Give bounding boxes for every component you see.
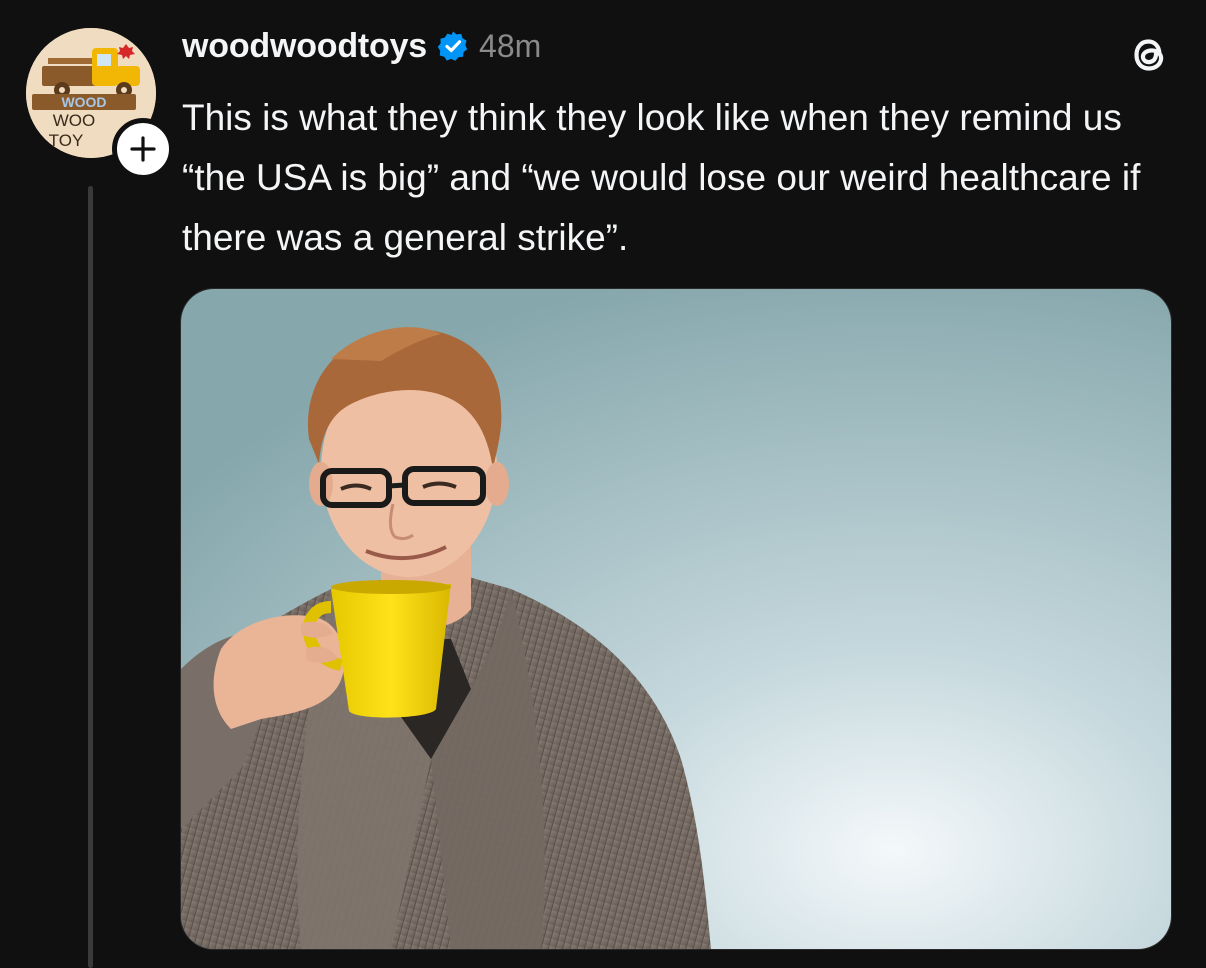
verified-badge-icon — [437, 30, 469, 62]
plus-icon — [130, 136, 156, 162]
post-timestamp[interactable]: 48m — [479, 28, 541, 65]
threads-post: WOOD WOO TOY woodwoodtoys 48m This is wh… — [0, 0, 1206, 968]
logo-text-bottom: TOY — [49, 131, 84, 150]
threads-logo-icon[interactable] — [1126, 32, 1172, 78]
logo-text-mid: WOO — [53, 111, 96, 130]
username-link[interactable]: woodwoodtoys — [182, 27, 427, 66]
post-body-text: This is what they think they look like w… — [182, 97, 1141, 258]
follow-button[interactable] — [112, 118, 174, 180]
post-image[interactable] — [180, 288, 1172, 950]
post-header: woodwoodtoys 48m — [182, 22, 541, 70]
avatar-container[interactable]: WOOD WOO TOY — [26, 28, 174, 180]
thread-connector-line — [88, 186, 93, 968]
logo-text-top: WOOD — [61, 94, 106, 110]
man-with-yellow-mug-photo — [181, 289, 1171, 949]
